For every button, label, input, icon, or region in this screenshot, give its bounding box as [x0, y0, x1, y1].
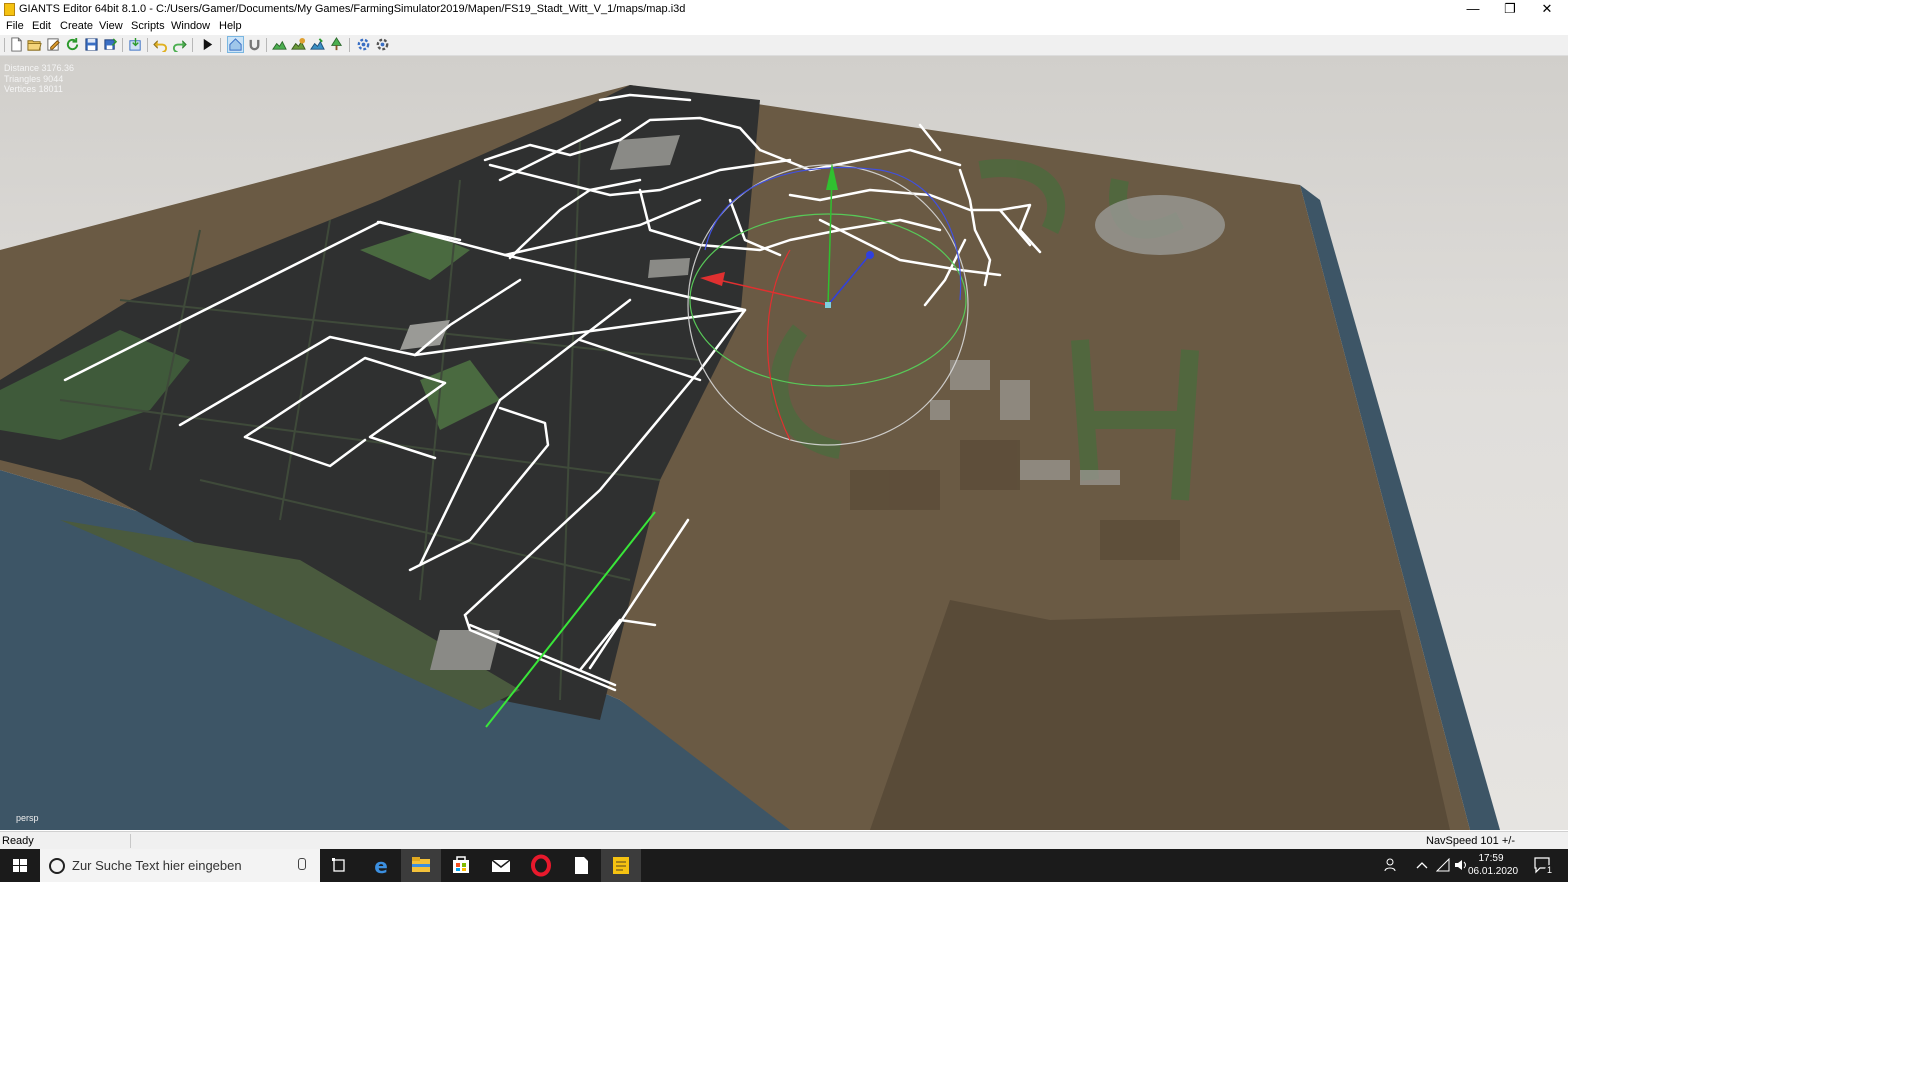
status-text: Ready [2, 835, 34, 847]
restore-button[interactable]: ❐ [1492, 0, 1528, 19]
menu-create[interactable]: Create [60, 20, 93, 32]
grey-lot [430, 630, 500, 670]
terrain-shade [870, 600, 1450, 830]
new-file-icon[interactable] [9, 37, 24, 52]
microphone-icon[interactable] [298, 858, 306, 870]
minimize-button[interactable]: — [1455, 0, 1491, 19]
stat-vertices: Vertices 18011 [4, 84, 63, 94]
svg-text:e: e [374, 854, 388, 878]
mail-icon[interactable] [481, 849, 521, 882]
notepad-icon[interactable] [561, 849, 601, 882]
chevron-up-icon[interactable] [1416, 860, 1428, 870]
toolbar-separator [266, 38, 267, 52]
menu-file[interactable]: File [6, 20, 24, 32]
terrain-icon[interactable] [272, 37, 287, 52]
taskbar-clock[interactable]: 17:59 06.01.2020 [1468, 852, 1519, 878]
window-title: GIANTS Editor 64bit 8.1.0 - C:/Users/Gam… [19, 3, 686, 15]
people-icon[interactable] [1384, 858, 1400, 872]
open-file-icon[interactable] [27, 37, 42, 52]
store-icon[interactable] [441, 849, 481, 882]
clock-time: 17:59 [1478, 853, 1504, 864]
taskbar-search-box[interactable]: Zur Suche Text hier eingeben [40, 849, 320, 882]
network-icon[interactable] [375, 37, 390, 52]
import-icon[interactable] [128, 37, 143, 52]
toolbar-separator [192, 38, 193, 52]
home-view-icon[interactable] [227, 36, 244, 53]
giants-editor-taskbar-icon[interactable] [601, 849, 641, 882]
toolbar-separator [147, 38, 148, 52]
menu-help[interactable]: Help [219, 20, 242, 32]
edit-icon[interactable] [46, 37, 61, 52]
notification-count-badge: 1 [1545, 865, 1555, 875]
grey-lot [648, 258, 690, 278]
search-placeholder: Zur Suche Text hier eingeben [72, 858, 242, 873]
windows-start-icon[interactable] [0, 849, 40, 882]
refresh-icon[interactable] [65, 37, 80, 52]
settings-icon[interactable] [356, 37, 371, 52]
giants-editor-app-icon [4, 3, 15, 16]
toolbar-separator [122, 38, 123, 52]
save-icon[interactable] [84, 37, 99, 52]
title-bar: GIANTS Editor 64bit 8.1.0 - C:/Users/Gam… [0, 0, 1568, 19]
edge-icon[interactable]: e [361, 849, 401, 882]
menu-view[interactable]: View [99, 20, 123, 32]
status-separator [130, 834, 131, 848]
close-button[interactable]: ✕ [1529, 0, 1565, 19]
file-explorer-icon[interactable] [401, 849, 441, 882]
clock-date: 06.01.2020 [1468, 866, 1519, 877]
3d-viewport[interactable]: Distance 3176.36 Triangles 9044 Vertices… [0, 56, 1568, 830]
opera-icon[interactable] [521, 849, 561, 882]
menu-window[interactable]: Window [171, 20, 210, 32]
toolbar [0, 35, 1568, 56]
paint-icon[interactable] [291, 37, 306, 52]
viewport-stats: Distance 3176.36 Triangles 9044 Vertices… [4, 63, 74, 95]
network-tray-icon[interactable] [1436, 858, 1450, 872]
undo-icon[interactable] [153, 37, 168, 52]
taskbar: Zur Suche Text hier eingeben e 17:59 06.… [0, 849, 1568, 882]
menu-bar: File Edit Create View Scripts Window Hel… [0, 19, 1568, 35]
camera-label: persp [16, 813, 39, 823]
foliage-icon[interactable] [310, 37, 325, 52]
navspeed-readout: NavSpeed 101 +/- [1426, 835, 1515, 847]
toolbar-separator [349, 38, 350, 52]
tree-icon[interactable] [329, 37, 344, 52]
menu-edit[interactable]: Edit [32, 20, 51, 32]
magnet-icon[interactable] [247, 37, 262, 52]
toolbar-separator [220, 38, 221, 52]
save-as-icon[interactable] [103, 37, 118, 52]
cortana-icon [49, 858, 65, 874]
status-bar: Ready NavSpeed 101 +/- [0, 831, 1568, 850]
grey-area [1095, 195, 1225, 255]
volume-icon[interactable] [1454, 858, 1468, 872]
task-view-icon[interactable] [320, 849, 360, 882]
menu-scripts[interactable]: Scripts [131, 20, 165, 32]
stat-distance: Distance 3176.36 [4, 63, 75, 73]
scene-render [0, 85, 1500, 830]
play-icon[interactable] [200, 37, 215, 52]
toolbar-grip [4, 38, 5, 52]
stat-triangles: Triangles 9044 [4, 73, 64, 84]
redo-icon[interactable] [172, 37, 187, 52]
